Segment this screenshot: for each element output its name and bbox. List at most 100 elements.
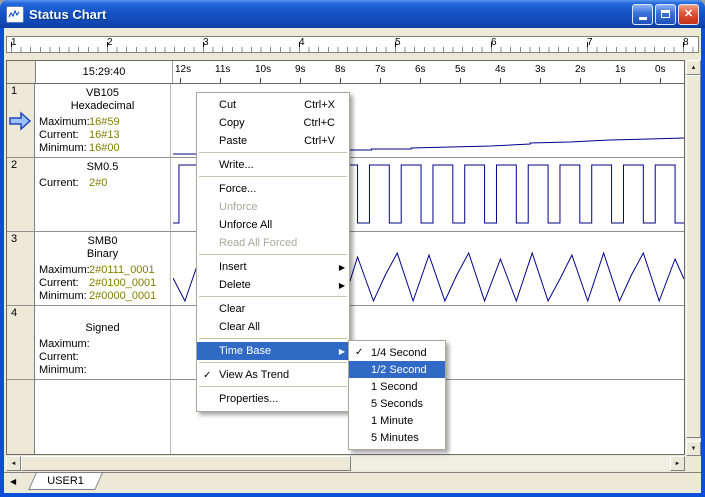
ruler-number: 7 — [587, 37, 593, 48]
submenu-item-half-second[interactable]: 1/2 Second — [349, 361, 445, 378]
titlebar[interactable]: Status Chart ✕ — [0, 0, 705, 28]
field-value: 2#0100_0001 — [89, 277, 157, 289]
tab-bar: ◀ USER1 — [4, 472, 701, 493]
row-number-cell[interactable]: 4 — [7, 306, 35, 379]
menu-separator — [199, 254, 347, 255]
submenu-item-quarter-second[interactable]: ✓ 1/4 Second — [349, 344, 445, 361]
menu-item-cut[interactable]: Cut Ctrl+X — [197, 96, 349, 114]
field-label: Current: — [39, 351, 79, 363]
window-title: Status Chart — [29, 6, 107, 22]
horizontal-scroll-thumb[interactable] — [21, 456, 351, 471]
submenu-arrow-icon: ▶ — [338, 262, 345, 272]
signal-name — [35, 309, 170, 322]
field-label: Minimum: — [39, 290, 87, 302]
tab-scroll-left-button[interactable]: ◀ — [10, 477, 22, 486]
menu-item-delete[interactable]: Delete ▶ — [197, 276, 349, 294]
ruler-number: 1 — [11, 37, 17, 48]
maximize-button[interactable] — [655, 3, 676, 25]
tab-user1[interactable]: USER1 — [28, 473, 103, 490]
time-tick: 3s — [535, 64, 546, 75]
signal-cell[interactable]: SMB0 Binary Maximum: 2#0111_0001 Current:… — [35, 232, 171, 305]
signal-format: Binary — [86, 248, 119, 260]
time-tick: 1s — [615, 64, 626, 75]
current-row-arrow-icon — [9, 111, 32, 131]
field-value: 16#13 — [89, 129, 120, 141]
submenu-item-one-minute[interactable]: 1 Minute — [349, 412, 445, 429]
scroll-down-button[interactable]: ▼ — [686, 441, 701, 456]
signal-name: VB105 — [85, 87, 120, 99]
scroll-right-button[interactable]: ► — [670, 456, 685, 471]
time-tick: 4s — [495, 64, 506, 75]
menu-separator — [199, 386, 347, 387]
time-tick: 12s — [175, 64, 192, 75]
submenu-item-five-seconds[interactable]: 5 Seconds — [349, 395, 445, 412]
field-label: Maximum: — [39, 338, 90, 350]
scroll-up-button[interactable]: ▲ — [686, 60, 701, 75]
row-number: 1 — [11, 85, 18, 97]
submenu-arrow-icon: ▶ — [338, 346, 345, 356]
submenu-item-one-second[interactable]: 1 Second — [349, 378, 445, 395]
time-tick: 10s — [255, 64, 272, 75]
menu-item-read-all-forced[interactable]: Read All Forced — [197, 234, 349, 252]
menu-item-paste[interactable]: Paste Ctrl+V — [197, 132, 349, 150]
menu-item-clear-all[interactable]: Clear All — [197, 318, 349, 336]
status-chart-window: Status Chart ✕ 1 2 3 4 5 6 7 8 15:29:40 … — [0, 0, 705, 497]
vertical-scrollbar[interactable]: ▲ ▼ — [686, 60, 701, 456]
up-arrow-icon: ▲ — [690, 64, 697, 71]
ruler-number: 8 — [683, 37, 689, 48]
vertical-scroll-thumb[interactable] — [686, 75, 701, 438]
time-tick: 2s — [575, 64, 586, 75]
menu-item-time-base[interactable]: Time Base ▶ — [197, 342, 349, 360]
menu-item-copy[interactable]: Copy Ctrl+C — [197, 114, 349, 132]
menu-item-view-as-trend[interactable]: ✓ View As Trend — [197, 366, 349, 384]
menu-item-unforce[interactable]: Unforce — [197, 198, 349, 216]
field-value: 16#00 — [89, 142, 120, 154]
field-label: Current: — [39, 177, 79, 189]
minimize-icon — [638, 17, 647, 20]
scrollbar-corner — [686, 456, 701, 471]
row-number-cell[interactable]: 3 — [7, 232, 35, 305]
row-number: 3 — [11, 233, 18, 245]
menu-item-force[interactable]: Force... — [197, 180, 349, 198]
row-number-cell[interactable]: 2 — [7, 158, 35, 231]
menu-item-insert[interactable]: Insert ▶ — [197, 258, 349, 276]
signal-format: Hexadecimal — [70, 100, 135, 112]
time-axis: 12s 11s 10s 9s 8s 7s 6s 5s 4s 3s 2s 1s 0… — [173, 61, 684, 83]
time-tick: 5s — [455, 64, 466, 75]
menu-item-properties[interactable]: Properties... — [197, 390, 349, 408]
time-tick: 7s — [375, 64, 386, 75]
close-button[interactable]: ✕ — [678, 3, 699, 25]
down-arrow-icon: ▼ — [690, 445, 697, 452]
scroll-left-button[interactable]: ◄ — [6, 456, 21, 471]
menu-item-clear[interactable]: Clear — [197, 300, 349, 318]
chart-header: 15:29:40 12s 11s 10s 9s 8s 7s 6s 5s 4s 3… — [7, 61, 684, 84]
time-base-submenu: ✓ 1/4 Second 1/2 Second 1 Second 5 Second… — [348, 340, 446, 450]
field-value: 2#0111_0001 — [89, 264, 155, 276]
row-number: 4 — [11, 307, 18, 319]
signal-cell — [35, 380, 171, 454]
ruler: 1 2 3 4 5 6 7 8 — [6, 36, 699, 53]
horizontal-scrollbar[interactable]: ◄ ► — [6, 456, 685, 471]
row-number: 2 — [11, 159, 18, 171]
shortcut: Ctrl+C — [303, 117, 335, 129]
menu-item-unforce-all[interactable]: Unforce All — [197, 216, 349, 234]
submenu-item-five-minutes[interactable]: 5 Minutes — [349, 429, 445, 446]
row-number-cell[interactable]: 1 — [7, 84, 35, 157]
submenu-arrow-icon: ▶ — [338, 280, 345, 290]
row-number-cell — [7, 380, 35, 454]
signal-cell[interactable]: Signed Maximum: Current: Minimum: — [35, 306, 171, 379]
signal-cell[interactable]: SM0.5 Current: 2#0 — [35, 158, 171, 231]
field-label: Minimum: — [39, 142, 87, 154]
minimize-button[interactable] — [632, 3, 653, 25]
menu-item-write[interactable]: Write... — [197, 156, 349, 174]
field-label: Maximum: — [39, 116, 90, 128]
signal-cell[interactable]: VB105 Hexadecimal Maximum: 16#59 Current:… — [35, 84, 171, 157]
check-icon: ✓ — [203, 369, 212, 381]
ruler-number: 4 — [299, 37, 305, 48]
shortcut: Ctrl+X — [304, 99, 335, 111]
field-value: 2#0 — [89, 177, 108, 189]
menu-separator — [199, 152, 347, 153]
field-label: Current: — [39, 277, 79, 289]
signal-format: Signed — [85, 322, 120, 334]
tab-label: USER1 — [47, 475, 84, 487]
